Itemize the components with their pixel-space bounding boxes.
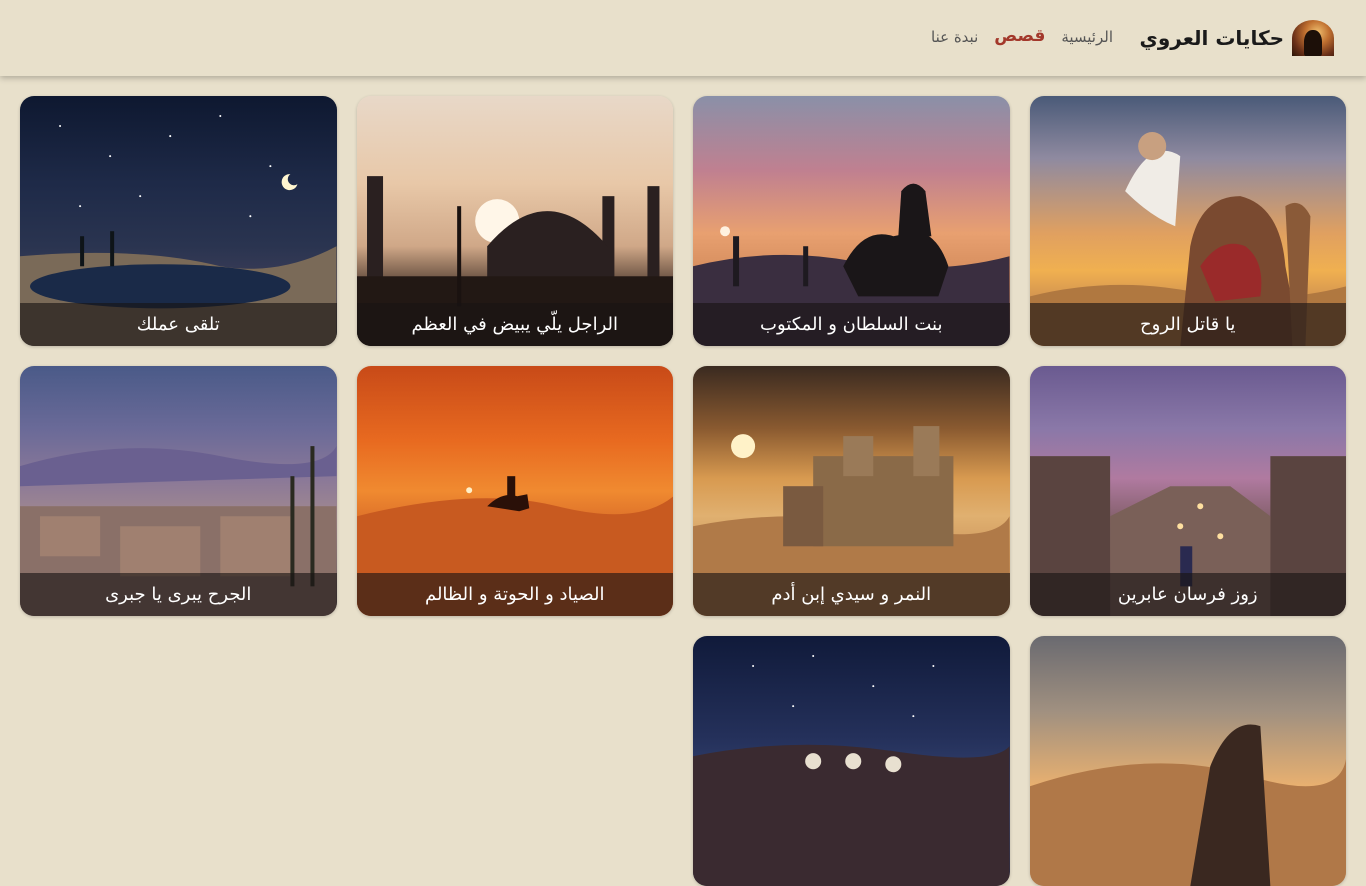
- story-title: الراجل يلّي يبيض في العظم: [356, 303, 673, 346]
- story-card[interactable]: الراجل يلّي يبيض في العظم: [356, 96, 673, 346]
- story-image: [1029, 636, 1346, 886]
- story-image: [693, 636, 1010, 886]
- grid-spacer: [357, 636, 674, 886]
- nav-about[interactable]: نبدة عنا: [931, 28, 978, 46]
- main-nav: الرئيسية قصص نبدة عنا: [931, 26, 1113, 46]
- story-title: بنت السلطان و المكتوب: [693, 303, 1010, 346]
- brand[interactable]: حكايات العروي: [1139, 20, 1334, 56]
- story-title: الصياد و الحوتة و الظالم: [356, 573, 673, 616]
- nav-home[interactable]: الرئيسية: [1061, 28, 1113, 46]
- story-title: يا قاتل الروح: [1029, 303, 1346, 346]
- story-card[interactable]: النمر و سيدي إبن أدم: [693, 366, 1010, 616]
- story-card[interactable]: زوز فرسان عابرين: [1029, 366, 1346, 616]
- story-card[interactable]: الصياد و الحوتة و الظالم: [356, 366, 673, 616]
- story-title: الجرح يبرى يا جبرى: [20, 573, 337, 616]
- site-header: حكايات العروي الرئيسية قصص نبدة عنا: [0, 0, 1366, 76]
- story-card[interactable]: تلقى عملك: [20, 96, 337, 346]
- brand-title: حكايات العروي: [1139, 26, 1285, 50]
- story-title: النمر و سيدي إبن أدم: [693, 573, 1010, 616]
- story-card[interactable]: [693, 636, 1010, 886]
- story-card[interactable]: بنت السلطان و المكتوب: [693, 96, 1010, 346]
- nav-stories[interactable]: قصص: [994, 26, 1045, 46]
- story-title: زوز فرسان عابرين: [1029, 573, 1346, 616]
- story-title: تلقى عملك: [20, 303, 337, 346]
- story-card[interactable]: الجرح يبرى يا جبرى: [20, 366, 337, 616]
- grid-spacer: [20, 636, 337, 886]
- story-card[interactable]: [1029, 636, 1346, 886]
- story-card[interactable]: يا قاتل الروح: [1029, 96, 1346, 346]
- logo-avatar-icon: [1292, 20, 1334, 56]
